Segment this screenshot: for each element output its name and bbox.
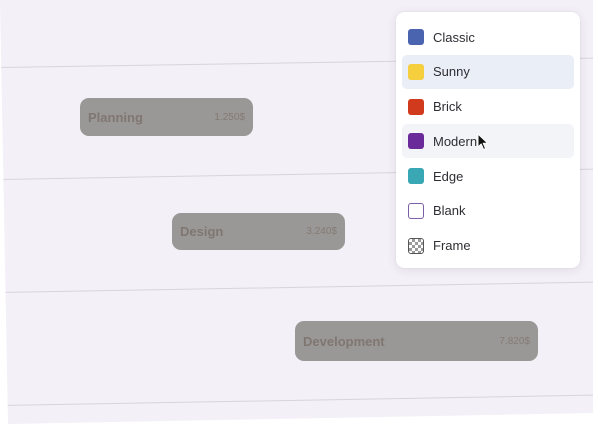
edge-swatch-icon (408, 168, 424, 185)
sunny-swatch-icon (408, 63, 424, 80)
modern-swatch-icon (408, 133, 424, 150)
option-label: Sunny (433, 64, 470, 80)
style-option-modern[interactable]: Modern (402, 124, 574, 159)
bar-style-dropdown: Classic Sunny Brick Modern Edge Blank Fr… (396, 12, 580, 268)
frame-checker-icon (408, 237, 424, 254)
option-label: Edge (433, 168, 464, 184)
blank-swatch-icon (408, 202, 424, 219)
task-value: 7.820$ (499, 335, 530, 347)
task-name: Development (303, 333, 385, 349)
gantt-view: Planning 1.250$ Design 3.240$ Developmen… (0, 0, 597, 427)
style-option-classic[interactable]: Classic (402, 20, 574, 54)
task-value: 3.240$ (306, 226, 337, 237)
option-label: Classic (433, 29, 475, 45)
brick-swatch-icon (408, 98, 424, 115)
task-name: Design (180, 224, 224, 239)
row-divider (0, 394, 593, 406)
option-label: Modern (433, 133, 478, 149)
task-bar-development[interactable]: Development 7.820$ (295, 321, 538, 361)
task-value: 1.250$ (214, 111, 245, 123)
row-divider (0, 281, 593, 293)
classic-swatch-icon (408, 29, 424, 45)
style-option-edge[interactable]: Edge (402, 159, 574, 193)
style-option-brick[interactable]: Brick (402, 90, 574, 124)
option-label: Brick (433, 99, 462, 115)
style-option-blank[interactable]: Blank (402, 194, 574, 228)
style-option-frame[interactable]: Frame (402, 229, 574, 263)
task-bar-design[interactable]: Design 3.240$ (172, 213, 345, 250)
task-bar-planning[interactable]: Planning 1.250$ (80, 98, 253, 136)
task-name: Planning (88, 109, 143, 125)
option-label: Blank (433, 203, 466, 219)
style-option-sunny[interactable]: Sunny (402, 54, 574, 89)
option-label: Frame (433, 238, 471, 254)
